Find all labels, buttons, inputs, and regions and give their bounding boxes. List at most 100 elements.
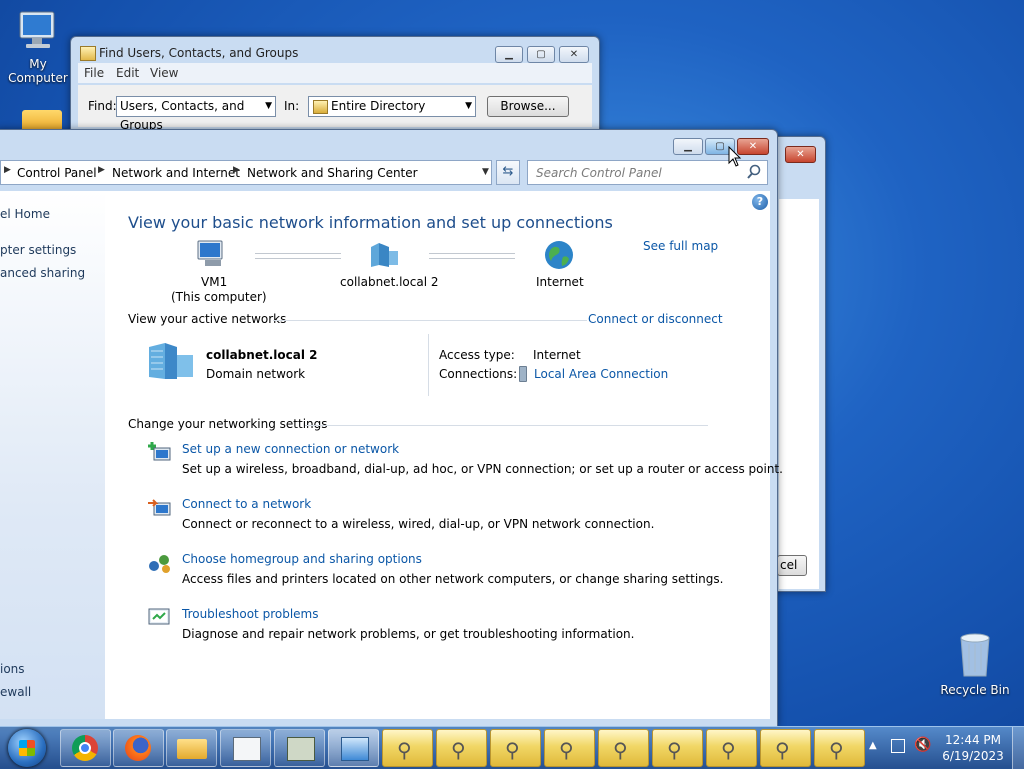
breadcrumb-chevron-icon[interactable]: ▶	[233, 165, 240, 175]
vertical-divider	[428, 334, 429, 396]
find-dialog-maximize-button[interactable]: ▢	[527, 46, 555, 63]
left-link-advanced-sharing[interactable]: anced sharing	[0, 266, 85, 280]
computer-icon	[0, 10, 78, 55]
taskbar-app-button-2[interactable]	[274, 729, 325, 767]
recycle-bin-label: Recycle Bin	[940, 683, 1010, 697]
address-bar[interactable]: ▶ Control Panel ▶ Network and Internet ▶…	[0, 160, 492, 185]
taskbar-app-button-1[interactable]	[220, 729, 271, 767]
local-area-connection-link[interactable]: Local Area Connection	[534, 367, 668, 381]
folder-icon	[177, 739, 207, 759]
divider	[273, 320, 587, 321]
chevron-down-icon: ▼	[465, 101, 472, 111]
taskbar-find-button-5[interactable]: ⚲	[598, 729, 649, 767]
task-homegroup-desc: Access files and printers located on oth…	[182, 572, 724, 586]
taskbar-find-button-9[interactable]: ⚲	[814, 729, 865, 767]
find-dialog-minimize-button[interactable]: ▁	[495, 46, 523, 63]
find-users-icon: ⚲	[829, 738, 844, 762]
help-icon[interactable]: ?	[752, 194, 768, 210]
find-users-icon: ⚲	[505, 738, 520, 762]
network-monitor-icon	[287, 737, 315, 761]
taskbar-firefox-button[interactable]	[113, 729, 164, 767]
connect-disconnect-link[interactable]: Connect or disconnect	[588, 312, 723, 326]
find-users-icon: ⚲	[559, 738, 574, 762]
taskbar: ⚲ ⚲ ⚲ ⚲ ⚲ ⚲ ⚲ ⚲ ⚲ ▲ 🔇 12:44 PM 6/19/2023	[0, 726, 1024, 769]
my-computer-label: My Computer	[8, 57, 68, 85]
in-location-select[interactable]: Entire Directory ▼	[308, 96, 476, 117]
map-internet-label: Internet	[536, 275, 584, 289]
background-dialog-body	[779, 199, 819, 589]
windows-logo-icon	[19, 740, 35, 756]
taskbar-find-button-7[interactable]: ⚲	[706, 729, 757, 767]
connect-network-icon	[148, 497, 172, 522]
left-link-control-panel-home[interactable]: el Home	[0, 207, 50, 221]
recycle-bin-desktop-icon[interactable]: Recycle Bin	[935, 630, 1015, 697]
breadcrumb-chevron-icon[interactable]: ▶	[98, 165, 105, 175]
taskbar-find-button-1[interactable]: ⚲	[382, 729, 433, 767]
breadcrumb-control-panel[interactable]: Control Panel	[17, 166, 97, 180]
browse-button[interactable]: Browse...	[487, 96, 569, 117]
taskbar-find-button-4[interactable]: ⚲	[544, 729, 595, 767]
background-dialog: ✕ cel	[770, 136, 826, 592]
clock-time[interactable]: 12:44 PM	[940, 733, 1006, 747]
left-link-adapter-settings[interactable]: pter settings	[0, 243, 76, 257]
task-new-connection-link[interactable]: Set up a new connection or network	[182, 442, 399, 456]
close-icon: ✕	[748, 141, 758, 152]
menu-edit[interactable]: Edit	[116, 66, 139, 80]
search-icon[interactable]	[747, 164, 761, 183]
show-hidden-icons-button[interactable]: ▲	[869, 740, 877, 751]
minimize-icon: ▁	[505, 49, 513, 60]
task-connect-network-link[interactable]: Connect to a network	[182, 497, 311, 511]
control-panel-icon	[341, 737, 369, 761]
change-settings-label: Change your networking settings	[128, 417, 328, 431]
document-window-icon	[233, 737, 261, 761]
find-users-icon: ⚲	[721, 738, 736, 762]
taskbar-find-button-8[interactable]: ⚲	[760, 729, 811, 767]
refresh-button[interactable]: ⇆	[496, 160, 520, 185]
task-new-connection-desc: Set up a wireless, broadband, dial-up, a…	[182, 462, 783, 476]
find-dialog-close-button[interactable]: ✕	[559, 46, 589, 63]
active-network-type: Domain network	[206, 367, 306, 381]
menu-view[interactable]: View	[150, 66, 178, 80]
breadcrumb-sharing-center[interactable]: Network and Sharing Center	[247, 166, 418, 180]
left-link-windows-firewall[interactable]: ewall	[0, 685, 31, 699]
access-type-value: Internet	[533, 348, 581, 362]
chevron-down-icon: ▼	[265, 101, 272, 111]
active-network-name: collabnet.local 2	[206, 348, 318, 362]
chrome-icon	[72, 735, 98, 761]
taskbar-control-panel-button[interactable]	[328, 729, 379, 767]
internet-globe-icon	[543, 239, 575, 274]
show-desktop-button[interactable]	[1012, 727, 1024, 769]
find-users-icon: ⚲	[775, 738, 790, 762]
taskbar-chrome-button[interactable]	[60, 729, 111, 767]
clock-date[interactable]: 6/19/2023	[940, 749, 1006, 763]
find-type-select[interactable]: Users, Contacts, and Groups ▼	[116, 96, 276, 132]
taskbar-find-button-3[interactable]: ⚲	[490, 729, 541, 767]
task-connect-network-desc: Connect or reconnect to a wireless, wire…	[182, 517, 655, 531]
main-content: ? View your basic network information an…	[105, 191, 783, 719]
taskbar-explorer-button[interactable]	[166, 729, 217, 767]
task-homegroup-link[interactable]: Choose homegroup and sharing options	[182, 552, 422, 566]
see-full-map-link[interactable]: See full map	[643, 239, 718, 253]
network-tray-icon[interactable]	[891, 739, 905, 753]
address-dropdown-icon[interactable]: ▼	[482, 167, 489, 177]
access-type-label: Access type:	[439, 348, 515, 362]
network-icon	[367, 239, 401, 272]
background-dialog-close-button[interactable]: ✕	[785, 146, 816, 163]
menu-file[interactable]: File	[84, 66, 104, 80]
domain-network-icon	[147, 341, 197, 384]
map-connector-line	[255, 253, 341, 259]
start-button[interactable]	[8, 729, 46, 767]
find-dialog-title: Find Users, Contacts, and Groups	[99, 46, 299, 60]
left-link-internet-options[interactable]: ions	[0, 662, 25, 676]
background-dialog-cancel-button[interactable]: cel	[777, 555, 807, 576]
volume-muted-icon[interactable]: 🔇	[914, 737, 931, 753]
my-computer-desktop-icon[interactable]: My Computer	[0, 10, 78, 85]
directory-icon	[313, 100, 328, 114]
breadcrumb-network-internet[interactable]: Network and Internet	[112, 166, 240, 180]
taskbar-find-button-6[interactable]: ⚲	[652, 729, 703, 767]
this-computer-icon	[195, 239, 227, 272]
minimize-button[interactable]: ▁	[673, 138, 703, 155]
task-troubleshoot-link[interactable]: Troubleshoot problems	[182, 607, 318, 621]
taskbar-find-button-2[interactable]: ⚲	[436, 729, 487, 767]
new-connection-icon	[148, 442, 172, 467]
